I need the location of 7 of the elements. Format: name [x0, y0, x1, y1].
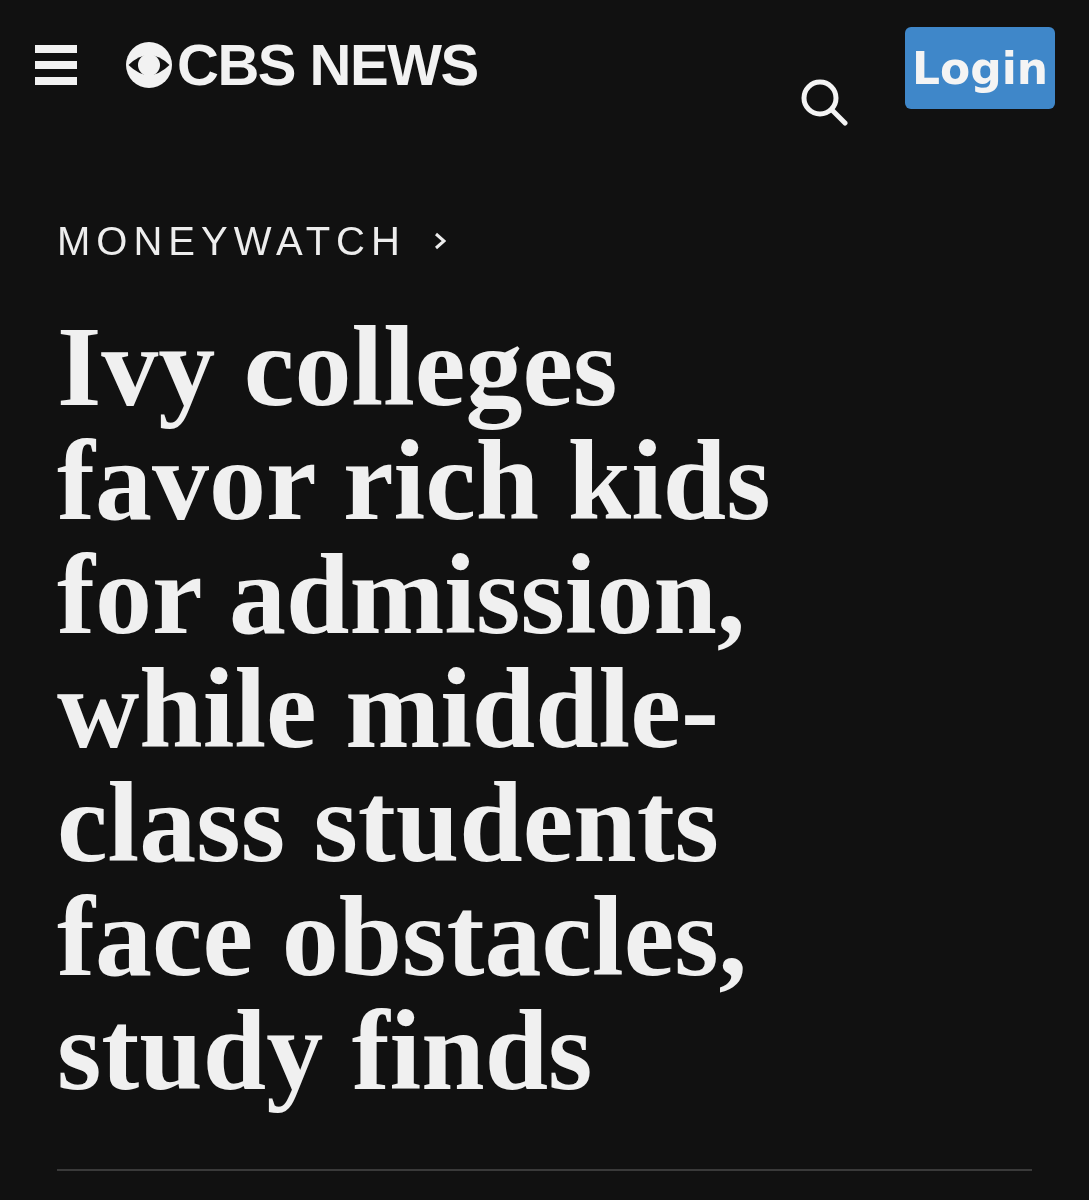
chevron-right-icon: [433, 232, 446, 250]
eye-logo-icon: [126, 42, 172, 88]
logo-text: CBS NEWS: [177, 42, 478, 88]
menu-icon[interactable]: [35, 45, 77, 85]
search-icon[interactable]: [800, 78, 848, 126]
section-link[interactable]: MONEYWATCH: [57, 217, 446, 265]
headline: Ivy colleges favor rich kids for admission, while middle-class students face obstacles, study finds: [57, 310, 772, 1116]
